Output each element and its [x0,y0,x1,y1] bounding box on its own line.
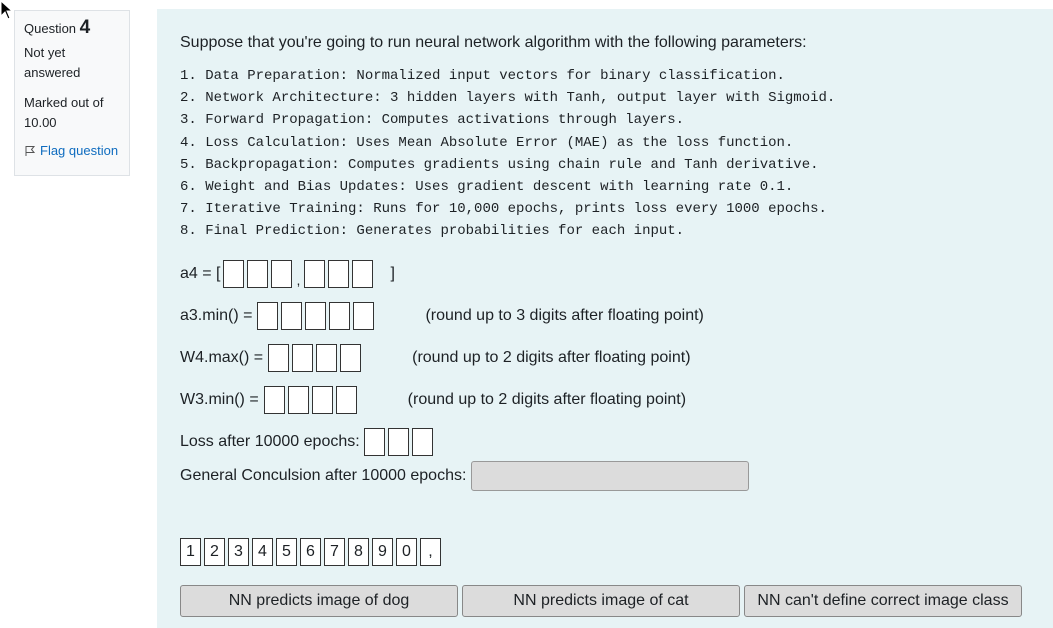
conclusion-drop-box[interactable] [471,461,750,491]
a3-drop-box[interactable] [329,302,351,330]
w3-rounding-note: (round up to 2 digits after floating poi… [407,391,687,408]
question-content: Suppose that you're going to run neural … [157,9,1053,628]
w3-label: W3.min() = [180,391,259,408]
w4-drop-box[interactable] [340,344,362,372]
mouse-cursor-icon [0,0,14,20]
a3-label: a3.min() = [180,307,253,324]
question-text: Suppose that you're going to run neural … [180,34,807,51]
parameter-item: 3. Forward Propagation: Computes activat… [180,112,685,129]
a4-drop-box[interactable] [328,260,350,288]
digit-tiles: 1 2 3 4 5 6 7 8 9 0 , [180,538,441,566]
a4-label: a4 = [ [180,265,221,282]
a4-drop-box[interactable] [304,260,326,288]
w4-label: W4.max() = [180,349,264,366]
a4-row: a4 = [ , ] [180,260,395,288]
w4-row: W4.max() = (round up to 2 digits after f… [180,344,691,372]
a3-drop-box[interactable] [353,302,375,330]
loss-drop-box[interactable] [363,428,385,456]
w3-row: W3.min() = (round up to 2 digits after f… [180,386,686,414]
conclusion-label: General Conculsion after 10000 epochs: [180,467,467,484]
a3-drop-box[interactable] [305,302,327,330]
digit-tile[interactable]: 4 [252,538,273,566]
loss-label: Loss after 10000 epochs: [180,433,360,450]
a4-separator: , [296,272,301,288]
choice-undefined[interactable]: NN can't define correct image class [744,585,1022,617]
comma-tile[interactable]: , [420,538,441,566]
a3-row: a3.min() = (round up to 3 digits after f… [180,302,704,330]
parameter-list: 1. Data Preparation: Normalized input ve… [180,65,835,243]
a4-close-bracket: ] [390,265,395,282]
conclusion-row: General Conculsion after 10000 epochs: [180,461,750,491]
w4-drop-box[interactable] [268,344,290,372]
parameter-item: 2. Network Architecture: 3 hidden layers… [180,90,836,107]
digit-tile[interactable]: 0 [396,538,417,566]
a3-drop-box[interactable] [281,302,303,330]
flag-question-label: Flag question [40,143,119,158]
parameter-item: 6. Weight and Bias Updates: Uses gradien… [180,179,794,196]
digit-tile[interactable]: 3 [228,538,249,566]
digit-tile[interactable]: 8 [348,538,369,566]
parameter-item: 7. Iterative Training: Runs for 10,000 e… [180,201,827,218]
digit-tile[interactable]: 9 [372,538,393,566]
a4-drop-box[interactable] [352,260,374,288]
digit-tile[interactable]: 5 [276,538,297,566]
digit-tile[interactable]: 2 [204,538,225,566]
parameter-item: 8. Final Prediction: Generates probabili… [180,223,685,240]
a3-rounding-note: (round up to 3 digits after floating poi… [425,307,704,324]
w3-drop-box[interactable] [263,386,285,414]
digit-tile[interactable]: 7 [324,538,345,566]
flag-question-link[interactable]: Flag question [24,141,120,161]
parameter-item: 4. Loss Calculation: Uses Mean Absolute … [180,134,794,151]
w3-drop-box[interactable] [287,386,309,414]
choice-dog[interactable]: NN predicts image of dog [180,585,458,617]
a3-drop-box[interactable] [257,302,279,330]
digit-tile[interactable]: 1 [180,538,201,566]
w4-drop-box[interactable] [316,344,338,372]
conclusion-choices: NN predicts image of dog NN predicts ima… [180,585,1022,617]
choice-cat[interactable]: NN predicts image of cat [462,585,740,617]
loss-row: Loss after 10000 epochs: [180,428,436,456]
a4-drop-box[interactable] [271,260,293,288]
question-state: Not yet answered [24,45,81,80]
loss-drop-box[interactable] [387,428,409,456]
parameter-item: 1. Data Preparation: Normalized input ve… [180,68,785,84]
digit-tile[interactable]: 6 [300,538,321,566]
question-number: Question 4 [24,17,91,38]
w4-drop-box[interactable] [292,344,314,372]
a4-drop-box[interactable] [223,260,245,288]
loss-drop-box[interactable] [411,428,433,456]
question-grade: Marked out of 10.00 [24,95,104,130]
w4-rounding-note: (round up to 2 digits after floating poi… [412,349,691,366]
w3-drop-box[interactable] [335,386,357,414]
w3-drop-box[interactable] [311,386,333,414]
a4-drop-box[interactable] [247,260,269,288]
question-info-panel: Question 4 Not yet answered Marked out o… [14,10,130,176]
flag-icon [25,146,36,156]
parameter-item: 5. Backpropagation: Computes gradients u… [180,156,819,173]
